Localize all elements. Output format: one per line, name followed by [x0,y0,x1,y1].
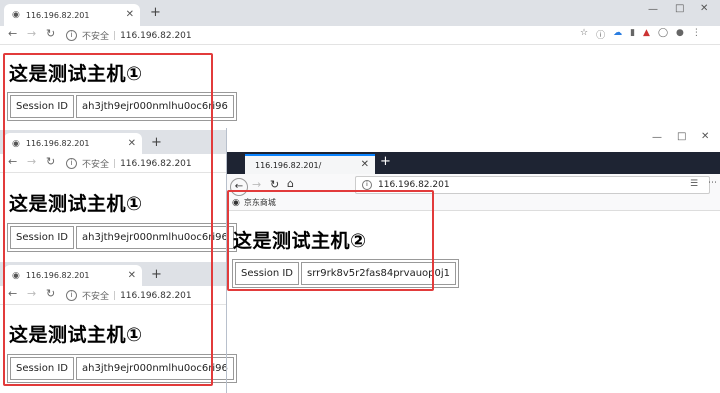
highlight-box-left [3,53,213,386]
profile-icon[interactable]: ● [676,28,684,41]
info-icon[interactable]: i [362,180,372,190]
firefox-tab[interactable]: 116.196.82.201/ ✕ [245,154,375,174]
highlight-box-right [227,190,434,291]
maximize-icon[interactable]: □ [675,3,684,14]
reload-icon[interactable]: ↻ [46,27,55,40]
new-tab-icon[interactable]: + [150,5,161,20]
menu-icon[interactable]: ⋮ [692,28,701,41]
maximize-icon[interactable]: □ [677,131,686,142]
tab-title: 116.196.82.201 [25,10,90,20]
insecure-label: 不安全 [82,32,110,42]
info-icon[interactable]: ⓘ [596,28,605,41]
star-icon[interactable]: ☆ [580,28,588,41]
bookmark-icon[interactable]: ▮ [630,28,635,41]
shield-icon[interactable]: ◯ [658,28,668,41]
firefox-titlebar [226,128,720,152]
cloud-icon[interactable]: ☁ [613,28,622,41]
address-text: 116.196.82.201 [378,180,450,190]
address-separator: | [113,30,117,41]
close-icon[interactable]: ✕ [126,9,134,20]
address-text: 116.196.82.201 [120,30,192,41]
home-icon[interactable]: ⌂ [287,177,294,190]
minimize-icon[interactable]: — [652,132,662,143]
window-close-icon[interactable]: ✕ [701,131,709,142]
top-extension-icons: ☆ ⓘ ☁ ▮ ▲ ◯ ● ⋮ [580,28,701,41]
minimize-icon[interactable]: — [648,4,658,15]
window-close-icon[interactable]: ✕ [700,3,708,14]
pdf-icon[interactable]: ▲ [643,28,650,41]
new-tab-icon[interactable]: + [380,154,391,169]
library-icon[interactable]: ☰ [690,179,698,189]
back-arrow-icon[interactable]: ← [8,27,17,40]
info-icon[interactable]: i [66,30,77,41]
tab-title: 116.196.82.201/ [255,160,322,170]
top-address-bar[interactable]: i 不安全 | 116.196.82.201 [66,29,192,42]
top-tab[interactable]: ◉ 116.196.82.201 ✕ [4,4,140,26]
forward-arrow-icon[interactable]: → [27,27,36,40]
close-icon[interactable]: ✕ [361,159,369,170]
globe-icon: ◉ [12,10,20,20]
menu-icon[interactable]: ⋯ [708,178,717,188]
